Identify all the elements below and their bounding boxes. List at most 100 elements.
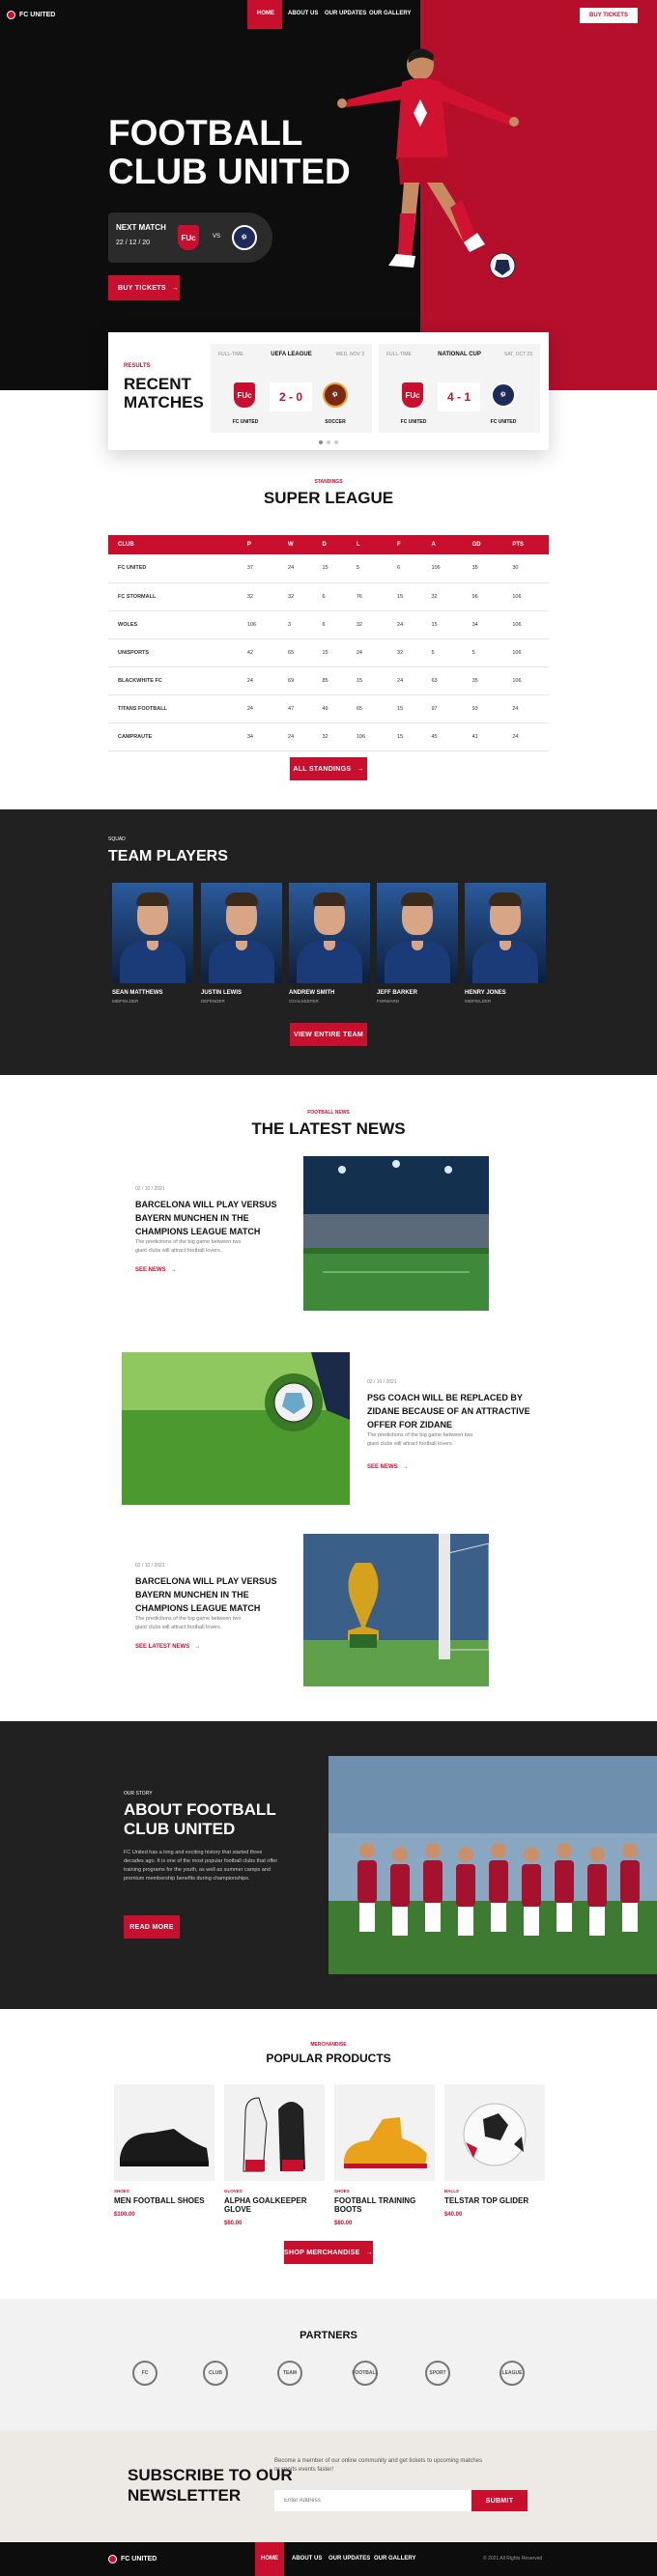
trophy-image[interactable] — [303, 1534, 489, 1686]
product-image-ball[interactable] — [444, 2084, 545, 2181]
stat-cell: 5 — [421, 638, 463, 667]
stat-cell: 97 — [421, 694, 463, 723]
column-header: L — [346, 535, 388, 554]
table-row[interactable]: TITANS FOOTBALL 24 47 49 65 15 97 93 24 — [108, 694, 549, 723]
nav-our-updates[interactable]: OUR UPDATES — [325, 11, 366, 16]
nav-about-us[interactable]: ABOUT US — [288, 11, 318, 16]
player-name: JUSTIN LEWIS — [201, 990, 243, 996]
product-name[interactable]: MEN FOOTBALL SHOES — [114, 2196, 214, 2205]
stat-cell: 6 — [312, 582, 347, 611]
player-card[interactable]: JEFF BARKER FORWARD — [377, 883, 458, 1004]
copyright-text: © 2021 All Rights Reserved — [483, 2556, 543, 2562]
footer-nav-about-us[interactable]: ABOUT US — [292, 2556, 322, 2562]
product-name[interactable]: TELSTAR TOP GLIDER — [444, 2196, 545, 2205]
see-latest-news-link[interactable]: SEE LATEST NEWS → — [135, 1644, 200, 1650]
product-card[interactable]: SHOES MEN FOOTBALL SHOES $100.00 — [114, 2084, 214, 2218]
recent-title-line2: MATCHES — [124, 393, 204, 411]
footer-nav-home[interactable]: HOME — [261, 2556, 278, 2562]
stat-cell: 63 — [421, 666, 463, 695]
see-news-label: SEE NEWS — [367, 1464, 398, 1470]
column-header: A — [421, 535, 463, 554]
footer-nav-our-updates[interactable]: OUR UPDATES — [328, 2556, 370, 2562]
partner-logo-icon[interactable]: FOOTBALL — [352, 2361, 379, 2386]
stat-cell: 32 — [237, 582, 279, 611]
partner-logo-icon[interactable]: CLUB — [203, 2361, 228, 2386]
stat-cell: 3 — [278, 610, 313, 639]
match-card-1[interactable]: FULL-TIME WED, NOV 3 UEFA LEAGUE FUc 2 - … — [211, 344, 372, 433]
table-row[interactable]: WOLES 106 3 6 32 24 15 34 106 — [108, 610, 549, 639]
table-row[interactable]: FC UNITED 37 24 15 5 6 106 35 30 — [108, 554, 549, 583]
submit-button[interactable]: SUBMIT — [471, 2490, 528, 2511]
brand-logo[interactable]: FC UNITED — [7, 11, 55, 19]
standings-kicker: STANDINGS — [314, 479, 343, 485]
partner-logo-icon[interactable]: TEAM — [277, 2361, 302, 2386]
stat-cell: 32 — [312, 722, 347, 751]
team-b-name: FC UNITED — [490, 419, 517, 425]
shop-merchandise-button[interactable]: SHOP MERCHANDISE → — [284, 2241, 373, 2264]
column-header: PTS — [502, 535, 549, 554]
player-name: SEAN MATTHEWS — [112, 990, 163, 996]
hero-title-line1: FOOTBALL — [108, 113, 303, 153]
table-row[interactable]: BLACKWHITE FC 24 69 85 15 24 63 35 106 — [108, 666, 549, 695]
next-match-card[interactable]: NEXT MATCH 22 / 12 / 20 FUc VS ⚽ — [108, 212, 272, 263]
product-image-gloves[interactable] — [224, 2084, 325, 2181]
nav-home[interactable]: HOME — [257, 11, 274, 16]
hero-buy-tickets-button[interactable]: BUY TICKETS → — [108, 275, 180, 300]
news-description: The predictions of the big game between … — [135, 1616, 242, 1630]
ball-grass-image[interactable] — [122, 1352, 350, 1505]
club-name: BLACKWHITE FC — [108, 666, 238, 695]
product-image-boots[interactable] — [334, 2084, 435, 2181]
product-card[interactable]: BALLS TELSTAR TOP GLIDER $40.00 — [444, 2084, 545, 2218]
news-headline[interactable]: PSG COACH WILL BE REPLACED BY ZIDANE BEC… — [367, 1391, 531, 1431]
stat-cell: 32 — [421, 582, 463, 611]
team-photo — [328, 1756, 657, 1974]
partner-logo-icon[interactable]: SPORT — [425, 2361, 450, 2386]
player-card[interactable]: SEAN MATTHEWS MIDFIELDER — [112, 883, 193, 1004]
partner-logo-icon[interactable]: FC — [132, 2361, 157, 2386]
nav-buy-tickets-button[interactable]: BUY TICKETS — [580, 8, 638, 23]
news-headline[interactable]: BARCELONA WILL PLAY VERSUS BAYERN MUNCHE… — [135, 1574, 290, 1615]
stat-cell: 96 — [462, 582, 503, 611]
stat-cell: 106 — [237, 610, 279, 639]
player-photo — [112, 883, 193, 983]
product-card[interactable]: GLOVES ALPHA GOALKEEPER GLOVE $60.00 — [224, 2084, 325, 2226]
view-entire-team-button[interactable]: VIEW ENTIRE TEAM — [290, 1023, 367, 1046]
arrow-right-icon: → — [357, 765, 364, 773]
footer-nav-our-gallery[interactable]: OUR GALLERY — [374, 2556, 415, 2562]
player-card[interactable]: JUSTIN LEWIS DEFENDER — [201, 883, 282, 1004]
all-standings-button[interactable]: ALL STANDINGS → — [290, 757, 367, 780]
stadium-image[interactable] — [303, 1156, 489, 1311]
nav-our-gallery[interactable]: OUR GALLERY — [369, 11, 411, 16]
partner-logo-icon[interactable]: LEAGUE — [500, 2361, 525, 2386]
table-row[interactable]: CAMPRAUTE 34 24 32 106 15 45 41 24 — [108, 722, 549, 751]
product-name[interactable]: FOOTBALL TRAINING BOOTS — [334, 2196, 435, 2214]
players-title: TEAM PLAYERS — [108, 848, 228, 864]
recent-title: RECENT MATCHES — [124, 375, 204, 411]
carousel-dot[interactable] — [327, 440, 330, 444]
stat-cell: 32 — [278, 582, 313, 611]
carousel-dot[interactable] — [319, 440, 323, 444]
club-name: FC UNITED — [108, 554, 238, 583]
newsletter-title: SUBSCRIBE TO OUR NEWSLETTER — [128, 2465, 293, 2505]
footer-brand[interactable]: FC UNITED — [108, 2555, 157, 2563]
table-row[interactable]: UNISPORTS 42 65 15 24 32 5 5 106 — [108, 638, 549, 667]
club-name: CAMPRAUTE — [108, 722, 238, 751]
product-image-shoes[interactable] — [114, 2084, 214, 2181]
news-headline[interactable]: BARCELONA WILL PLAY VERSUS BAYERN MUNCHE… — [135, 1198, 290, 1238]
read-more-button[interactable]: READ MORE — [124, 1915, 180, 1939]
column-header: F — [387, 535, 422, 554]
player-card[interactable]: ANDREW SMITH GOALKEEPER — [289, 883, 370, 1004]
team-a-crest-icon: FUc — [402, 382, 423, 408]
player-card[interactable]: HENRY JONES MIDFIELDER — [465, 883, 546, 1004]
match-card-2[interactable]: FULL-TIME SAT, OCT 23 NATIONAL CUP FUc 4 … — [379, 344, 540, 433]
carousel-dot[interactable] — [334, 440, 338, 444]
see-news-link[interactable]: SEE NEWS → — [367, 1464, 409, 1470]
product-card[interactable]: SHOES FOOTBALL TRAINING BOOTS $80.00 — [334, 2084, 435, 2226]
player-position: GOALKEEPER — [289, 999, 319, 1004]
email-input[interactable] — [274, 2490, 471, 2511]
club-crest-icon — [7, 11, 15, 19]
product-name[interactable]: ALPHA GOALKEEPER GLOVE — [224, 2196, 325, 2214]
hero-title: FOOTBALL CLUB UNITED — [108, 114, 351, 191]
see-news-link[interactable]: SEE NEWS → — [135, 1267, 177, 1273]
table-row[interactable]: FC STORMALL 32 32 6 76 15 32 96 106 — [108, 582, 549, 611]
